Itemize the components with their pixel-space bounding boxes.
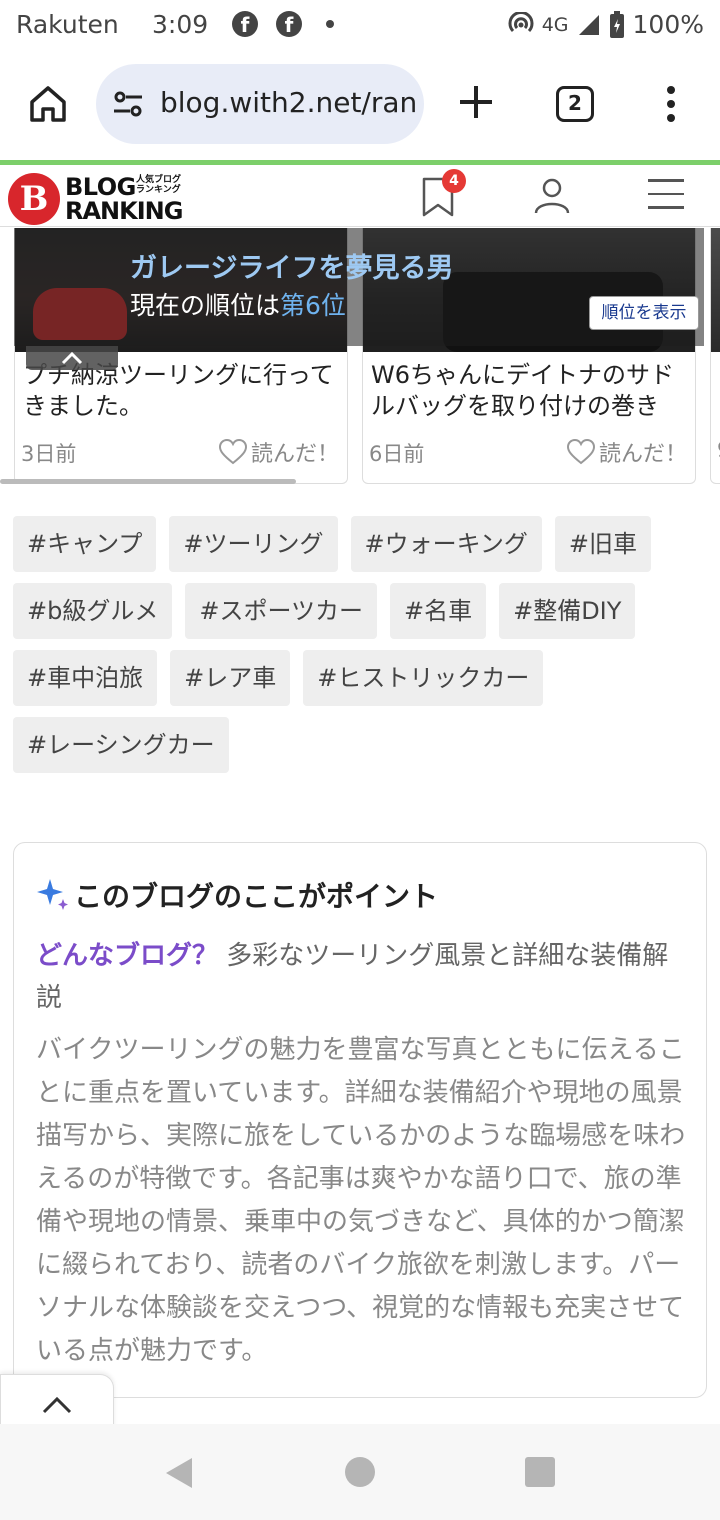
blog-summary: どんなブログ？ 多彩なツーリング風景と詳細な装備解説 <box>36 935 686 1019</box>
tag-chip[interactable]: #レア車 <box>170 650 291 706</box>
read-button[interactable]: 読んだ！ <box>566 436 687 468</box>
recent-apps-icon[interactable] <box>525 1457 555 1487</box>
browser-toolbar: blog.with2.net/ran 2 <box>0 52 720 160</box>
tag-chip[interactable]: #旧車 <box>554 516 651 572</box>
chevron-up-icon <box>42 1396 72 1414</box>
system-navigation-bar <box>0 1424 720 1520</box>
tab-switcher-button[interactable]: 2 <box>556 86 594 122</box>
summary-label: どんなブログ？ <box>36 941 219 971</box>
current-rank: 現在の順位は第6位 <box>130 291 346 320</box>
facebook-notification-icon: f <box>232 11 258 37</box>
battery-icon <box>609 10 624 38</box>
article-card[interactable]: 新 9 <box>710 228 720 484</box>
tag-chip[interactable]: #整備DIY <box>499 583 636 639</box>
logo-mark: B <box>8 173 60 225</box>
bookmark-button[interactable]: 4 <box>420 169 466 219</box>
notification-badge: 4 <box>442 169 466 193</box>
sparkle-icon <box>37 879 68 910</box>
read-button[interactable]: 読んだ！ <box>218 436 339 468</box>
tag-chip[interactable]: #車中泊旅 <box>13 650 158 706</box>
home-icon[interactable] <box>26 82 70 126</box>
blog-name[interactable]: ガレージライフを夢見る男 <box>130 246 453 285</box>
blog-point-box: このブログのここがポイント どんなブログ？ 多彩なツーリング風景と詳細な装備解説… <box>13 842 707 1398</box>
url-text: blog.with2.net/ran <box>160 86 418 119</box>
tag-chip[interactable]: #ヒストリックカー <box>303 650 544 706</box>
more-options-icon[interactable] <box>664 86 678 126</box>
tag-chip[interactable]: #レーシングカー <box>13 717 229 773</box>
logo-text-ranking: RANKING <box>65 197 183 225</box>
menu-icon[interactable] <box>648 179 684 211</box>
tag-chip[interactable]: #キャンプ <box>13 516 157 572</box>
back-icon[interactable] <box>164 1456 194 1490</box>
point-heading: このブログのここがポイント <box>74 880 439 913</box>
article-thumbnail <box>711 228 720 352</box>
site-settings-icon[interactable] <box>112 90 144 118</box>
address-bar[interactable]: blog.with2.net/ran <box>96 64 424 144</box>
collapse-banner-button[interactable] <box>26 346 118 370</box>
carrier-name: Rakuten <box>16 10 119 39</box>
more-notifications-icon <box>326 20 334 28</box>
hotspot-icon <box>508 11 534 32</box>
tag-chip[interactable]: #名車 <box>389 583 487 639</box>
tag-list: #キャンプ #ツーリング #ウォーキング #旧車 #b級グルメ #スポーツカー … <box>13 516 707 773</box>
blog-ranking-logo[interactable]: B BLOG RANKING 人気ブログ ランキング <box>8 169 198 225</box>
signal-icon <box>578 14 599 35</box>
tag-chip[interactable]: #スポーツカー <box>185 583 377 639</box>
heart-icon <box>566 439 595 465</box>
rank-value: 第6位 <box>280 291 346 320</box>
show-rank-button[interactable]: 順位を表示 <box>589 296 699 330</box>
battery-level: 100% <box>632 10 704 39</box>
site-header: B BLOG RANKING 人気ブログ ランキング 4 <box>0 165 720 227</box>
tag-chip[interactable]: #ウォーキング <box>350 516 542 572</box>
user-icon[interactable] <box>532 175 572 215</box>
tag-chip[interactable]: #b級グルメ <box>13 583 173 639</box>
read-label: 読んだ！ <box>598 442 687 467</box>
article-title: W6ちゃんにデイトナのサドルバッグを取り付けの巻き <box>371 361 674 420</box>
facebook-notification-icon: f <box>276 11 302 37</box>
article-date: 3日前 <box>21 442 77 466</box>
blog-description: バイクツーリングの魅力を豊富な写真とともに伝えることに重点を置いています。詳細な… <box>36 1035 686 1366</box>
rank-banner: ガレージライフを夢見る男 現在の順位は第6位 順位を表示 <box>14 228 704 346</box>
system-indicators: 4G 100% <box>508 10 704 39</box>
network-type: 4G <box>541 13 569 36</box>
article-date: 6日前 <box>369 442 425 466</box>
logo-subtext: 人気ブログ ランキング <box>136 175 182 195</box>
chevron-up-icon <box>61 351 83 365</box>
heart-icon <box>218 439 247 465</box>
home-nav-icon[interactable] <box>345 1457 375 1487</box>
clock: 3:09 <box>152 10 209 39</box>
carousel-scrollbar[interactable] <box>0 479 296 484</box>
new-tab-icon[interactable] <box>456 82 496 122</box>
status-bar: Rakuten 3:09 f f 4G 100% <box>0 0 720 52</box>
read-label: 読んだ！ <box>250 442 339 467</box>
tag-chip[interactable]: #ツーリング <box>169 516 338 572</box>
